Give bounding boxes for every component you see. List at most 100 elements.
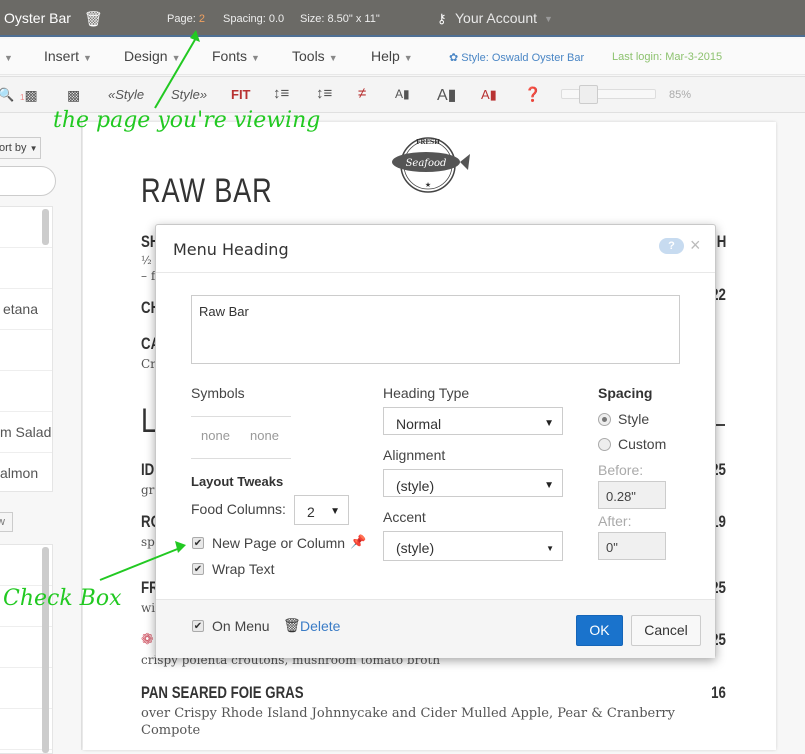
chevron-down-icon: ▼ [403, 53, 413, 63]
style-link[interactable]: ✿ Style: Oswald Oyster Bar [449, 51, 584, 64]
dialog-header: Menu Heading ? × [156, 225, 715, 273]
document-title[interactable]: Oyster Bar [4, 10, 71, 26]
svg-text:FRESH: FRESH [416, 139, 440, 146]
style-label: Style: Oswald Oyster Bar [461, 52, 585, 64]
help-icon[interactable]: ? [659, 238, 684, 254]
menu-help[interactable]: Help ▼ [371, 48, 413, 64]
list-item[interactable]: almon [0, 453, 52, 494]
list-item[interactable]: m Salad [0, 412, 52, 453]
chef-special-icon: ❁ [141, 631, 154, 648]
symbols-label: Symbols [191, 385, 245, 401]
menu-insert[interactable]: Insert ▼ [44, 48, 92, 64]
on-menu-checkbox[interactable]: ✔ [192, 620, 204, 632]
reset-font-icon[interactable]: A▮ [481, 87, 497, 103]
wrap-text-checkbox[interactable]: ✔ [192, 563, 204, 575]
prev-style-button[interactable]: «Style [108, 87, 144, 102]
delete-link[interactable]: Delete [300, 618, 340, 634]
item-desc: Cr [141, 357, 156, 371]
on-menu-label: On Menu [212, 618, 270, 634]
chevron-down-icon: ▼ [330, 506, 340, 517]
next-style-button[interactable]: Style» [171, 87, 207, 102]
zoom-level: 85% [669, 89, 692, 101]
list-item[interactable] [0, 248, 52, 289]
accent-select[interactable]: (style) ▼ [383, 531, 563, 561]
chevron-down-icon: ▼ [83, 53, 92, 63]
item-price: 16 [711, 683, 726, 702]
top-bar: Oyster Bar 🗑 Page: 2 Spacing: 0.0 Size: … [0, 0, 805, 37]
scrollbar[interactable] [42, 209, 49, 245]
spacing-style-radio[interactable] [598, 413, 611, 426]
account-menu[interactable]: Your Account [455, 10, 537, 26]
move-up-page-icon[interactable]: 1▩ [20, 87, 38, 104]
item-desc: over Crispy Rhode Island Johnnycake and … [141, 706, 675, 721]
new-button[interactable]: w [0, 512, 13, 532]
food-columns-label: Food Columns: [191, 501, 286, 517]
chevron-down-icon[interactable]: ▼ [0, 48, 13, 64]
list-item[interactable]: etana [0, 289, 52, 330]
alignment-select[interactable]: (style) ▼ [383, 469, 563, 497]
menu-fonts[interactable]: Fonts ▼ [212, 48, 260, 64]
move-down-page-icon[interactable]: ▩ [67, 87, 80, 104]
select-value: (style) [396, 478, 435, 494]
search-input[interactable] [0, 166, 56, 196]
pin-icon: 📌 [350, 534, 367, 549]
heading-text-input[interactable]: Raw Bar [191, 295, 680, 364]
paragraph-spacing-icon[interactable]: ↕≡ [316, 85, 332, 102]
symbol-slot-2[interactable]: none [250, 428, 279, 443]
menu-label: Fonts [212, 48, 248, 64]
slider-handle[interactable] [579, 85, 598, 104]
help-icon[interactable]: ❓ [524, 86, 541, 103]
dialog-title: Menu Heading [173, 240, 289, 259]
fit-button[interactable]: FIT [231, 87, 251, 102]
ok-button[interactable]: OK [576, 615, 623, 646]
caret-down-icon: ▼ [546, 544, 554, 553]
heading-type-select[interactable]: Normal ▼ [383, 407, 563, 435]
heading-type-label: Heading Type [383, 385, 470, 401]
cancel-button[interactable]: Cancel [631, 615, 701, 646]
line-spacing-icon[interactable]: ↕≡ [273, 85, 289, 102]
item-desc: ½ [141, 254, 152, 267]
zoom-icon[interactable]: 🔍 [0, 87, 14, 103]
list-item[interactable] [0, 371, 52, 412]
menu-design[interactable]: Design ▼ [124, 48, 181, 64]
menu-label: Design [124, 48, 168, 64]
select-value: 2 [307, 504, 315, 520]
menu-tools[interactable]: Tools ▼ [292, 48, 338, 64]
zoom-slider[interactable] [561, 85, 656, 104]
trash-icon[interactable]: 🗑 [84, 10, 103, 28]
accent-label: Accent [383, 509, 426, 525]
sort-label: ort by [0, 142, 27, 154]
after-label: After: [598, 513, 632, 529]
page-indicator: Page: 2 [167, 13, 205, 25]
before-label: Before: [598, 462, 644, 478]
trash-icon[interactable]: 🗑 [283, 617, 301, 634]
chevron-down-icon: ▼ [171, 53, 181, 63]
food-columns-select[interactable]: 2 ▼ [294, 495, 349, 525]
spacing-custom-radio[interactable] [598, 438, 611, 451]
keys-icon: ⚷ [437, 11, 447, 26]
annotation-checkbox-note: Check Box [3, 586, 122, 611]
page-number[interactable]: 2 [199, 13, 205, 25]
item-name[interactable]: ID [141, 460, 154, 480]
item-name[interactable]: PAN SEARED FOIE GRAS [141, 683, 304, 703]
before-input[interactable]: 0.28" [598, 481, 666, 509]
wrap-text-label: Wrap Text [212, 561, 275, 577]
close-icon[interactable]: × [690, 235, 701, 256]
item-price: H [716, 232, 726, 251]
reset-spacing-icon[interactable]: ≠ [358, 85, 366, 102]
larger-font-icon[interactable]: A▮ [437, 85, 456, 105]
svg-text:★: ★ [425, 181, 431, 189]
item-desc: gr [141, 483, 155, 497]
sort-by-button[interactable]: ort by ▼ [0, 137, 41, 159]
scrollbar[interactable] [42, 547, 49, 753]
chevron-down-icon: ▼ [328, 53, 338, 63]
new-page-checkbox[interactable]: ✔ [192, 537, 204, 549]
list-item[interactable] [0, 330, 52, 371]
chevron-down-icon: ▼ [544, 418, 554, 429]
layout-tweaks-label: Layout Tweaks [191, 474, 284, 489]
section-title[interactable]: RAW BAR [141, 172, 273, 211]
symbol-slot-1[interactable]: none [201, 428, 230, 443]
chevron-down-icon: ▼ [544, 480, 554, 491]
after-input[interactable]: 0" [598, 532, 666, 560]
smaller-font-icon[interactable]: A▮ [395, 87, 410, 101]
